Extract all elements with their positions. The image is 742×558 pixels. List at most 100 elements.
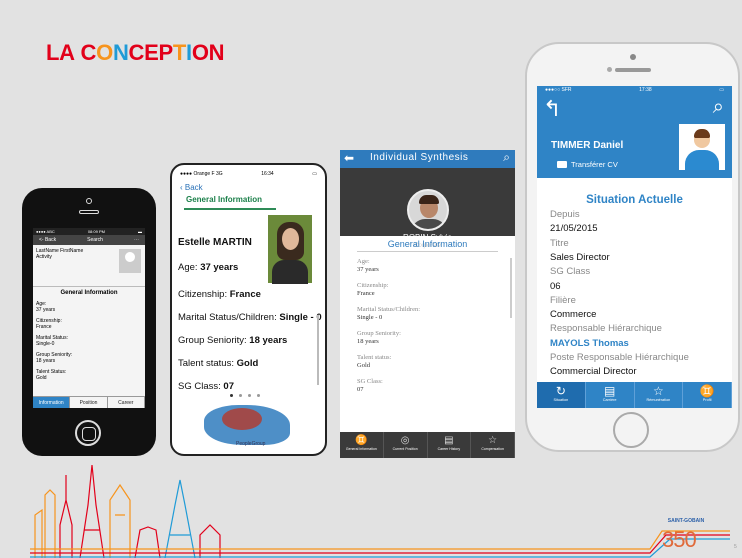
tab-label: Compensation (481, 447, 504, 451)
section-title: General Information (186, 195, 263, 204)
tab-position[interactable]: Position (70, 397, 108, 408)
document-icon: ▤ (444, 435, 454, 446)
section-title: General Information (33, 286, 145, 296)
header-bar: ⬅ Individual Synthesis ⌕ (340, 150, 515, 168)
tab-item[interactable]: ↻ Situation (537, 382, 586, 408)
tab-career[interactable]: Career (108, 397, 145, 408)
title-letter: L (46, 40, 60, 65)
page-dots[interactable] (230, 394, 260, 397)
field-list: Age: 37 years Citizenship: France Marital St… (33, 301, 145, 381)
info-row: Citizenship: France (178, 289, 261, 300)
field-value: Gold (36, 375, 47, 381)
field-value: France (229, 289, 261, 300)
field-value: 37 years (36, 307, 56, 313)
field-value: 07 (223, 381, 234, 392)
field-label: Poste Responsable Hiérarchique (550, 352, 689, 363)
info-row: Group Seniority: 18 years (178, 335, 287, 346)
tab-item[interactable]: ☆ Rémunération (635, 382, 684, 408)
field-label: SG Class: (178, 381, 224, 392)
transfer-cv-button[interactable]: Transférer CV (571, 160, 618, 169)
field-label: Depuis (550, 209, 580, 220)
mockup-phone-2: ●●●● Orange F 3G 16:34 ▭ ‹ Back General … (170, 163, 327, 456)
back-arrow-icon[interactable]: ↰ (543, 96, 561, 122)
tab-item[interactable]: ▤ Carrière (586, 382, 635, 408)
title-letter: N (208, 40, 225, 65)
back-arrow-icon[interactable]: ⬅ (344, 151, 354, 165)
envelope-icon (557, 161, 567, 168)
info-row: Age: 37 years (178, 262, 238, 273)
field-item: Age: 37 years (33, 301, 145, 313)
field-value: Sales Director (550, 251, 610, 263)
field-label: Marital Status/Children: (357, 306, 421, 313)
star-icon: ☆ (488, 435, 498, 446)
menu-icon[interactable]: ⋯ (134, 237, 139, 243)
field-label: Citizenship: (357, 282, 389, 289)
field-value: 21/05/2015 (550, 223, 598, 235)
search-button[interactable]: Search (87, 237, 103, 243)
tab-item[interactable]: ♊ Profil (683, 382, 732, 408)
search-icon[interactable]: ⌕ (503, 150, 510, 165)
section-title: Situation Actuelle (586, 194, 683, 206)
nav-bar: ↰ ⌕ (537, 96, 732, 124)
field-label: Age: (357, 258, 370, 265)
field-value: Gold (357, 362, 370, 369)
status-time: 17:38 (639, 87, 652, 93)
field-label: Talent status: (357, 354, 392, 361)
battery-icon: ▬ (138, 229, 142, 234)
employee-name: TIMMER Daniel (551, 140, 624, 151)
field-value: 07 (357, 386, 364, 393)
title-letter: C (128, 40, 145, 65)
profile-header: ROBIN Sylvie Corporate (340, 168, 515, 249)
field-label: SG Class: (357, 378, 383, 385)
tab-label: General Information (345, 447, 377, 451)
field-item: Citizenship: France (33, 318, 145, 330)
title-letter: P (158, 40, 174, 65)
search-icon[interactable]: ⌕ (713, 96, 724, 119)
back-button[interactable]: <- Back (39, 237, 56, 243)
field-value: 18 years (357, 338, 379, 345)
iphone-mockup: ●●●○○ SFR 17:38 ▭ ↰ ⌕ TIMMER Daniel Tran… (525, 42, 740, 452)
home-button[interactable] (613, 412, 649, 448)
manager-link[interactable]: MAYOLS Thomas (550, 338, 629, 349)
info-row: Marital Status/Children: Single - 0 (178, 312, 322, 323)
tab-label: Career History (437, 447, 461, 451)
tab-label: Carrière (602, 398, 617, 402)
field-label: Age: (178, 262, 201, 273)
tab-information[interactable]: Information (33, 397, 71, 408)
profile-icon: ♊ (699, 384, 715, 398)
slide-title: LA CONCEPTION (46, 40, 225, 66)
field-label: SG Class (550, 266, 591, 278)
scrollbar[interactable] (317, 315, 319, 385)
speaker-icon (615, 68, 651, 72)
home-button[interactable] (75, 420, 101, 446)
title-letter: N (112, 40, 129, 65)
field-label: Filière (550, 294, 576, 306)
person-icon: ♊ (355, 435, 368, 446)
header-title: Individual Synthesis (370, 152, 469, 163)
field-label: Marital Status/Children: (178, 312, 280, 323)
field-value: 37 years (357, 266, 379, 273)
status-bar: ●●●● ABC 08:09 PM ▬ (33, 228, 145, 235)
situation-icon: ↻ (555, 384, 566, 398)
field-value: 18 years (36, 358, 56, 364)
saint-gobain-logo: SAINT-GOBAIN (667, 518, 705, 524)
wireframe-phone: ●●●● ABC 08:09 PM ▬ <- Back Search ⋯ Las… (22, 188, 156, 456)
back-button[interactable]: ‹ Back (180, 183, 203, 192)
profile-band: TIMMER Daniel Transférer CV (537, 124, 732, 178)
field-label: Titre (550, 237, 569, 249)
scrollbar[interactable] (510, 258, 512, 318)
avatar-placeholder (119, 249, 141, 273)
tab-label: Current Position (392, 447, 418, 451)
employee-photo (268, 215, 312, 284)
tab-bar: ↻ Situation ▤ Carrière ☆ Rémunération ♊ Profil (537, 382, 732, 408)
field-value: France (357, 290, 375, 297)
section-underline (184, 208, 276, 210)
carrier-label: ●●●● Orange F 3G (180, 171, 223, 177)
field-label: Group Seniority: (357, 330, 401, 337)
field-label: Group Seniority: (178, 335, 250, 346)
status-time: 08:09 PM (87, 229, 105, 234)
tab-label: Situation (553, 398, 569, 402)
status-time: 16:34 (261, 171, 274, 177)
divider (357, 251, 498, 252)
status-bar: ●●●● Orange F 3G 16:34 ▭ (172, 165, 325, 183)
